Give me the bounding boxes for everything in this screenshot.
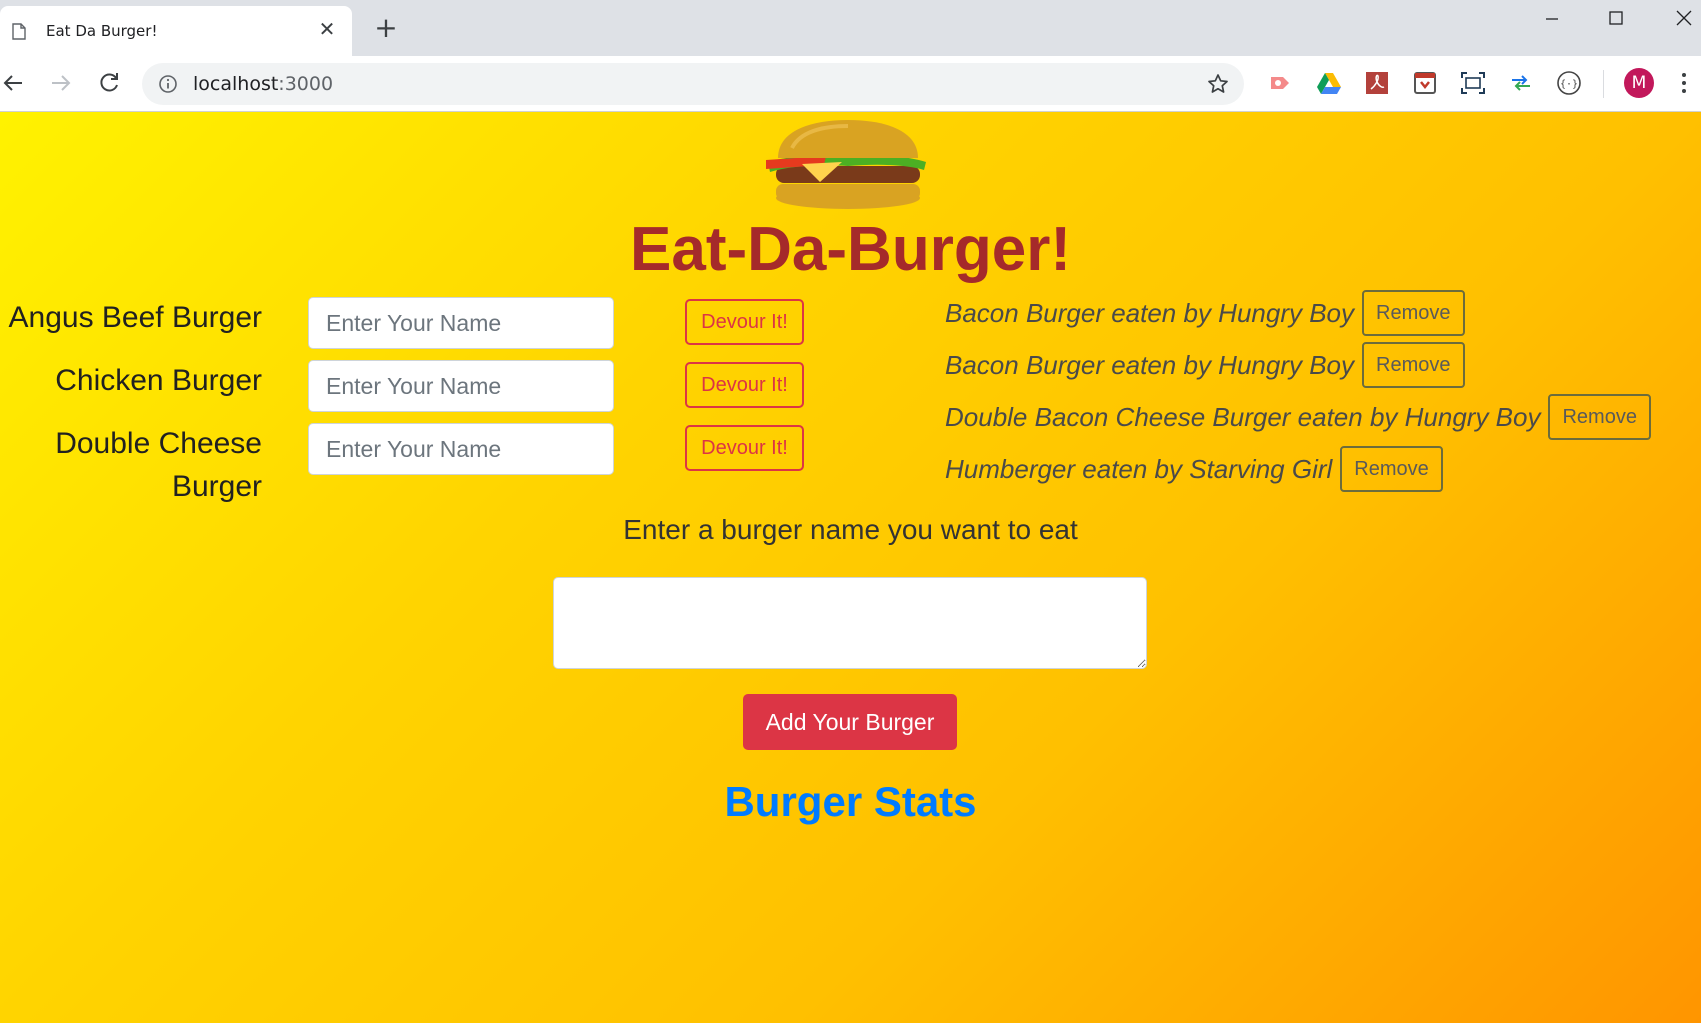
toolbar-divider — [1603, 70, 1604, 98]
burger-name-line: Chicken Burger — [55, 364, 262, 397]
address-bar[interactable]: localhost:3000 — [142, 63, 1244, 105]
back-icon[interactable] — [0, 68, 28, 98]
browser-tab[interactable]: Eat Da Burger! ✕ — [0, 6, 352, 56]
devour-button[interactable]: Devour It! — [685, 362, 804, 408]
url-text: localhost:3000 — [193, 73, 333, 95]
burger-name-line: Burger — [171, 470, 262, 503]
page-content: Eat-Da-Burger! Angus Beef Burger Devour … — [0, 112, 1701, 1023]
maximize-icon[interactable] — [1596, 6, 1636, 32]
forward-icon[interactable] — [46, 68, 76, 98]
sync-arrows-icon[interactable] — [1508, 70, 1534, 96]
burger-prompt: Enter a burger name you want to eat — [623, 514, 1078, 545]
remove-button[interactable]: Remove — [1548, 394, 1651, 440]
more-menu-icon[interactable] — [1680, 70, 1688, 96]
info-icon[interactable] — [158, 74, 178, 94]
svg-text:{·}: {·} — [1560, 79, 1578, 90]
code-braces-icon[interactable]: {·} — [1556, 70, 1582, 96]
eaten-text: Bacon Burger eaten by Hungry Boy — [945, 349, 1355, 380]
eaten-text: Humberger eaten by Starving Girl — [945, 453, 1333, 484]
burger-name-line: Angus Beef Burger — [8, 301, 263, 334]
burger-name: Angus Beef Burger — [0, 296, 263, 339]
close-tab-icon[interactable]: ✕ — [316, 18, 338, 40]
pdf-icon[interactable] — [1364, 70, 1390, 96]
page-title: Eat-Da-Burger! — [630, 215, 1071, 284]
reload-icon[interactable] — [94, 68, 124, 98]
eaten-item: Bacon Burger eaten by Hungry Boy Remove — [945, 342, 1465, 388]
eaten-item: Humberger eaten by Starving Girl Remove — [945, 446, 1443, 492]
cast-icon[interactable] — [1268, 70, 1294, 96]
new-tab-icon[interactable]: + — [372, 14, 400, 42]
add-burger-button[interactable]: Add Your Burger — [743, 694, 957, 750]
remove-button[interactable]: Remove — [1340, 446, 1443, 492]
bookmark-star-icon[interactable] — [1206, 72, 1230, 96]
eaten-item: Double Bacon Cheese Burger eaten by Hung… — [945, 394, 1651, 440]
remove-button[interactable]: Remove — [1362, 342, 1465, 388]
burger-name: Double Cheese Burger — [0, 422, 262, 508]
minimize-icon[interactable] — [1532, 6, 1572, 32]
close-window-icon[interactable] — [1664, 6, 1701, 32]
tab-title: Eat Da Burger! — [46, 22, 158, 40]
burger-name: Chicken Burger — [0, 359, 262, 402]
burger-stats-link[interactable]: Burger Stats — [0, 778, 1701, 826]
eater-name-input[interactable] — [308, 360, 614, 412]
eaten-text: Bacon Burger eaten by Hungry Boy — [945, 297, 1355, 328]
url-port: :3000 — [278, 73, 334, 95]
burger-name-line: Double Cheese — [55, 427, 262, 460]
remove-button[interactable]: Remove — [1362, 290, 1465, 336]
google-drive-icon[interactable] — [1316, 70, 1342, 96]
profile-avatar[interactable]: M — [1624, 68, 1654, 98]
devour-button[interactable]: Devour It! — [685, 299, 804, 345]
devour-button[interactable]: Devour It! — [685, 425, 804, 471]
eater-name-input[interactable] — [308, 423, 614, 475]
eater-name-input[interactable] — [308, 297, 614, 349]
eaten-item: Bacon Burger eaten by Hungry Boy Remove — [945, 290, 1465, 336]
browser-toolbar: localhost:3000 {·} M — [0, 56, 1701, 112]
burger-name-textarea[interactable] — [553, 577, 1147, 669]
page-icon — [12, 23, 26, 40]
burger-logo-icon — [766, 120, 926, 209]
shield-extension-icon[interactable] — [1412, 70, 1438, 96]
browser-tabstrip: Eat Da Burger! ✕ + — [0, 0, 1701, 56]
screenshot-icon[interactable] — [1460, 70, 1486, 96]
url-host: localhost — [193, 73, 279, 95]
eaten-text: Double Bacon Cheese Burger eaten by Hung… — [945, 401, 1541, 432]
